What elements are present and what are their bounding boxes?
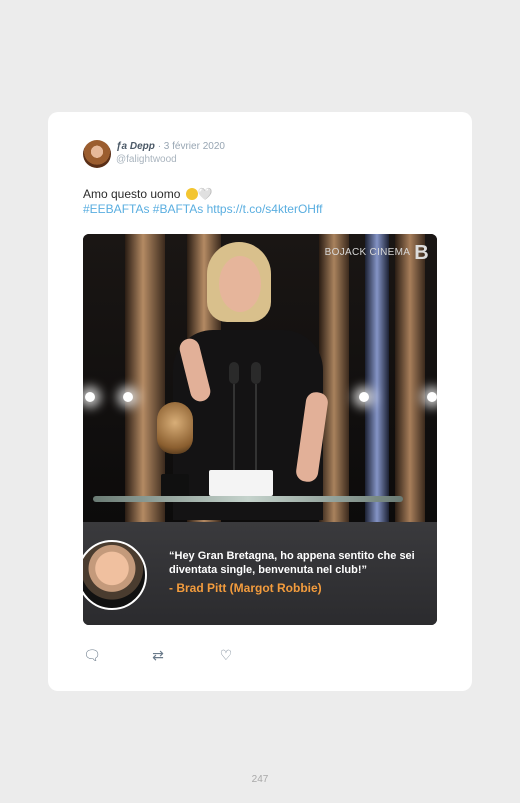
rolling-laughing-emoji-icon [185,188,198,200]
tweet-text-row: Amo questo uomo 🤍 [83,187,213,202]
watermark-logo: B [414,242,429,264]
author-row: ƒa Depp · 3 février 2020 [116,141,225,152]
author-handle[interactable]: @falightwood [116,154,177,165]
glass-lectern [93,496,403,502]
trophy-mask [157,402,193,454]
avatar[interactable] [83,140,111,168]
quote-caption: “Hey Gran Bretagna, ho appena sentito ch… [83,522,437,625]
stage-light [85,392,95,402]
curtain-panel [319,234,349,522]
tweet-date[interactable]: · 3 février 2020 [158,141,225,152]
bafta-mask-trophy [151,402,199,502]
curtain-panel [365,234,389,522]
quote-text: “Hey Gran Bretagna, ho appena sentito ch… [169,550,415,576]
watermark-text: BOJACK CINEMA [324,247,411,258]
stage-photo: BOJACK CINEMA B [83,234,437,522]
speech-paper [209,470,273,496]
tweet-links[interactable]: #EEBAFTAs #BAFTAs https://t.co/s4kterOHf… [83,202,322,217]
brad-pitt-portrait [83,540,147,610]
presenter-face [219,256,261,312]
tweet-actions: 🗨 ⇄ ♡ [83,647,283,665]
watermark: BOJACK CINEMA B [325,242,429,265]
page-number: 247 [251,774,269,785]
like-icon[interactable]: ♡ [217,647,235,665]
tweet-text: Amo questo uomo [83,187,181,201]
stage-light [123,392,133,402]
white-heart-emoji-icon: 🤍 [197,187,213,201]
stage-light [427,392,437,402]
author-name[interactable]: ƒa Depp [116,141,155,152]
tweet-media[interactable]: BOJACK CINEMA B “Hey Gran Bretagna, ho ap… [83,234,437,625]
reply-icon[interactable]: 🗨 [83,647,101,665]
quote-attribution: - Brad Pitt (Margot Robbie) [169,581,322,595]
retweet-icon[interactable]: ⇄ [149,647,167,665]
curtain-panel [395,234,425,522]
stage-light [359,392,369,402]
tweet-card: ƒa Depp · 3 février 2020 @falightwood Am… [48,112,472,691]
